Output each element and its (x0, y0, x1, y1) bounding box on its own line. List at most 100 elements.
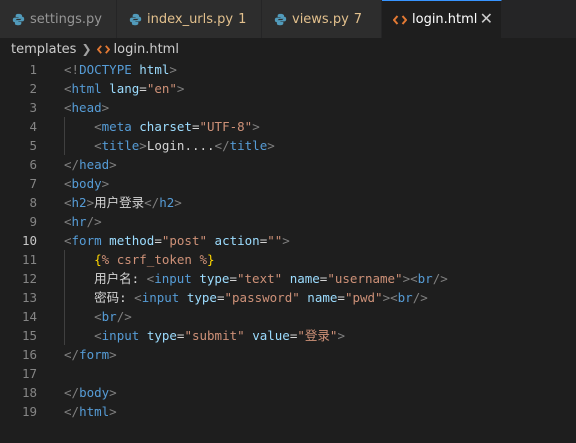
code-token: /> (86, 214, 102, 229)
code-token: html (79, 404, 110, 419)
code-token: action (214, 233, 260, 248)
code-line[interactable]: 4 <meta charset="UTF-8"> (0, 117, 576, 136)
code-text: {% csrf_token %} (64, 250, 214, 269)
line-number: 19 (21, 404, 37, 419)
code-token: = (139, 81, 147, 96)
code-token: meta (101, 119, 132, 134)
code-token: head (71, 100, 102, 115)
code-line[interactable]: 5 <title>Login....</title> (0, 136, 576, 155)
code-token: "" (267, 233, 283, 248)
code-line[interactable]: 15 <input type="submit" value="登录"> (0, 326, 576, 345)
code-line[interactable]: 12 用户名: <input type="text" name="usernam… (0, 269, 576, 288)
code-token: DOCTYPE (79, 62, 132, 77)
code-token: < (64, 100, 72, 115)
code-token: > (176, 81, 185, 96)
code-text: <br/> (64, 307, 132, 326)
code-token: </ (64, 157, 80, 172)
code-token: 用户登录 (94, 195, 145, 210)
code-token: = (154, 233, 162, 248)
line-number: 6 (29, 157, 37, 172)
code-token: > (109, 157, 117, 172)
code-token: </ (214, 138, 230, 153)
code-token: = (337, 290, 345, 305)
code-line[interactable]: 13 密码: <input type="password" name="pwd"… (0, 288, 576, 307)
line-number: 18 (21, 385, 37, 400)
code-token: > (109, 404, 117, 419)
code-line[interactable]: 9 <hr/> (0, 212, 576, 231)
code-line[interactable]: 6 </head> (0, 155, 576, 174)
breadcrumb-folder[interactable]: templates (11, 42, 76, 57)
code-token: > (282, 233, 290, 248)
code-token: body (79, 385, 110, 400)
code-line[interactable]: 16 </form> (0, 345, 576, 364)
tab-index-urls-py[interactable]: index_urls.py 1 (117, 0, 262, 38)
close-icon[interactable]: ✕ (480, 11, 493, 27)
code-text: <form method="post" action=""> (64, 231, 290, 250)
code-token: h2 (71, 195, 87, 210)
tab-views-py[interactable]: views.py 7 (262, 0, 382, 38)
code-token: /> (432, 271, 448, 286)
code-token: "submit" (184, 328, 245, 343)
line-number: 17 (21, 366, 37, 381)
code-line[interactable]: 10 <form method="post" action=""> (0, 231, 576, 250)
code-token: > (267, 138, 275, 153)
code-token: html (71, 81, 102, 96)
line-number: 5 (29, 138, 37, 153)
code-token: method (109, 233, 155, 248)
tab-settings-py[interactable]: settings.py (0, 0, 117, 38)
python-icon (272, 11, 288, 27)
code-token: type (199, 271, 230, 286)
code-line[interactable]: 14 <br/> (0, 307, 576, 326)
code-token: charset (139, 119, 192, 134)
code-token: title (229, 138, 268, 153)
code-token: body (71, 176, 102, 191)
code-line[interactable]: 8 <h2>用户登录</h2> (0, 193, 576, 212)
code-token: "post" (161, 233, 208, 248)
code-line[interactable]: 11 {% csrf_token %} (0, 250, 576, 269)
code-token: form (71, 233, 102, 248)
code-token: "登录" (297, 328, 338, 343)
tab-label: index_urls.py (147, 11, 234, 27)
code-token: < (94, 309, 102, 324)
code-text: <hr/> (64, 212, 102, 231)
code-token: html (139, 62, 170, 77)
code-line[interactable]: 18 </body> (0, 383, 576, 402)
code-token: hr (71, 214, 87, 229)
code-token: < (64, 176, 72, 191)
code-line[interactable]: 3 <head> (0, 98, 576, 117)
chevron-right-icon: ❯ (81, 42, 92, 56)
code-line[interactable]: 7 <body> (0, 174, 576, 193)
code-token: 密码: (64, 290, 135, 305)
code-token: input (101, 328, 140, 343)
code-text: <head> (64, 98, 109, 117)
tab-login-html[interactable]: login.html ✕ (382, 0, 502, 38)
breadcrumb-file[interactable]: login.html (114, 42, 179, 57)
code-token: % csrf_token % (101, 252, 207, 267)
python-icon (10, 11, 26, 27)
code-line[interactable]: 1 <!DOCTYPE html> (0, 60, 576, 79)
code-line[interactable]: 17 (0, 364, 576, 383)
code-token: > (337, 328, 345, 343)
code-line[interactable]: 19 </html> (0, 402, 576, 421)
code-token: < (94, 328, 102, 343)
code-token: > (86, 195, 95, 210)
code-token: "en" (146, 81, 177, 96)
code-text: <title>Login....</title> (64, 136, 275, 155)
line-number: 1 (29, 62, 37, 77)
code-token: br (397, 290, 413, 305)
code-token: > (169, 62, 177, 77)
code-token: > (109, 347, 117, 362)
code-text: <html lang="en"> (64, 79, 184, 98)
code-token: 用户名: (64, 271, 147, 286)
code-token: Login.... (146, 138, 215, 153)
code-line[interactable]: 2 <html lang="en"> (0, 79, 576, 98)
code-token: < (64, 195, 72, 210)
code-token: > (109, 385, 117, 400)
code-editor[interactable]: 1 <!DOCTYPE html> 2 <html lang="en"> 3 <head>… (0, 60, 576, 443)
code-token: br (417, 271, 433, 286)
code-token: <! (64, 62, 80, 77)
code-token: < (94, 138, 102, 153)
